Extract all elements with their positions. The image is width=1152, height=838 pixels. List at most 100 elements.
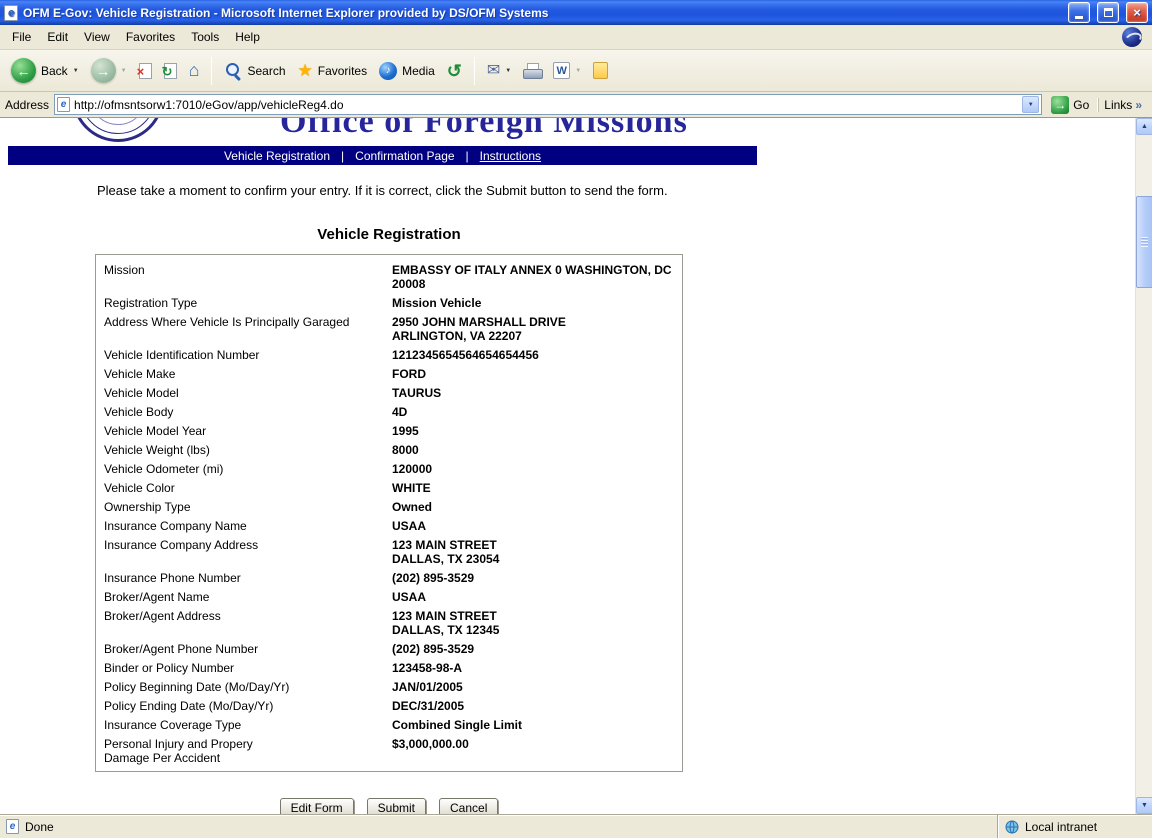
forward-button[interactable]: → ▼ (86, 55, 132, 86)
title-bar: e OFM E-Gov: Vehicle Registration - Micr… (0, 0, 1152, 25)
fields-table: Mission EMBASSY OF ITALY ANNEX 0 WASHING… (95, 254, 683, 772)
status-bar: e Done Local intranet (0, 814, 1152, 838)
home-button[interactable]: ⌂ (184, 59, 205, 82)
field-value: USAA (392, 590, 674, 604)
field-value: EMBASSY OF ITALY ANNEX 0 WASHINGTON, DC … (392, 263, 674, 291)
links-label: Links (1104, 98, 1132, 112)
intranet-globe-icon (1005, 820, 1019, 834)
table-row: Policy Beginning Date (Mo/Day/Yr) JAN/01… (96, 677, 682, 696)
field-label: Registration Type (104, 296, 392, 310)
department-seal-icon (72, 118, 164, 142)
scroll-thumb[interactable] (1136, 196, 1152, 288)
nav-item-confirmation-page[interactable]: Confirmation Page (355, 149, 454, 163)
menu-item-view[interactable]: View (76, 26, 118, 48)
restore-icon (1104, 8, 1113, 17)
mail-button[interactable]: ✉ ▼ (482, 60, 516, 82)
address-dropdown-button[interactable]: ▼ (1022, 96, 1039, 113)
search-icon (224, 62, 242, 80)
table-row: Vehicle Model Year 1995 (96, 421, 682, 440)
field-value: 4D (392, 405, 674, 419)
minimize-icon (1075, 16, 1083, 19)
field-label: Insurance Company Name (104, 519, 392, 533)
mail-dropdown-icon[interactable]: ▼ (505, 68, 511, 74)
table-row: Vehicle Model TAURUS (96, 383, 682, 402)
confirmation-instruction: Please take a moment to confirm your ent… (97, 183, 1135, 198)
field-value: (202) 895-3529 (392, 642, 674, 656)
field-label: Insurance Company Address (104, 538, 392, 566)
field-value: 123 MAIN STREET DALLAS, TX 23054 (392, 538, 674, 566)
toolbar-separator (211, 57, 212, 85)
nav-item-vehicle-registration[interactable]: Vehicle Registration (224, 149, 330, 163)
ie-window-icon: e (4, 5, 18, 21)
security-zone-panel: Local intranet (997, 815, 1152, 838)
toolbar-separator (474, 57, 475, 85)
table-row: Vehicle Make FORD (96, 364, 682, 383)
table-row: Vehicle Weight (lbs) 8000 (96, 440, 682, 459)
back-dropdown-icon[interactable]: ▼ (73, 68, 79, 74)
field-value: Mission Vehicle (392, 296, 674, 310)
refresh-button[interactable]: ↻ (159, 60, 182, 82)
field-value: TAURUS (392, 386, 674, 400)
table-row: Insurance Phone Number (202) 895-3529 (96, 568, 682, 587)
menu-item-help[interactable]: Help (227, 26, 268, 48)
search-button[interactable]: Search (219, 59, 290, 83)
page-icon: e (57, 97, 70, 112)
field-label: Insurance Phone Number (104, 571, 392, 585)
submit-button[interactable]: Submit (367, 798, 426, 814)
field-label: Vehicle Make (104, 367, 392, 381)
history-button[interactable]: ↺ (442, 59, 467, 83)
table-row: Insurance Coverage Type Combined Single … (96, 715, 682, 734)
field-value: 2950 JOHN MARSHALL DRIVE ARLINGTON, VA 2… (392, 315, 674, 343)
scroll-down-button[interactable]: ▼ (1136, 797, 1152, 814)
media-button[interactable]: ♪ Media (374, 59, 440, 83)
table-row: Insurance Company Name USAA (96, 516, 682, 535)
address-label: Address (5, 98, 49, 112)
favorites-star-icon: ★ (298, 62, 313, 79)
note-button[interactable] (588, 59, 613, 82)
print-button[interactable] (518, 60, 546, 82)
status-message-panel: e Done (0, 819, 997, 834)
field-value: DEC/31/2005 (392, 699, 674, 713)
address-input[interactable] (74, 97, 1018, 113)
close-icon: × (1133, 5, 1141, 20)
menu-item-tools[interactable]: Tools (183, 26, 227, 48)
word-icon: W (553, 62, 570, 79)
nav-separator: | (466, 149, 469, 163)
table-row: Insurance Company Address 123 MAIN STREE… (96, 535, 682, 568)
table-row: Ownership Type Owned (96, 497, 682, 516)
edit-form-button[interactable]: Edit Form (280, 798, 354, 814)
mail-icon: ✉ (487, 63, 500, 79)
cancel-button[interactable]: Cancel (439, 798, 498, 814)
field-label: Broker/Agent Phone Number (104, 642, 392, 656)
word-dropdown-icon: ▼ (575, 68, 581, 74)
back-button[interactable]: ← Back ▼ (6, 55, 84, 86)
search-label: Search (247, 64, 285, 78)
media-icon: ♪ (379, 62, 397, 80)
field-value: FORD (392, 367, 674, 381)
forward-dropdown-icon: ▼ (121, 68, 127, 74)
table-row: Broker/Agent Address 123 MAIN STREET DAL… (96, 606, 682, 639)
edit-with-word-button[interactable]: W ▼ (548, 59, 586, 82)
address-field: e ▼ (54, 94, 1042, 115)
status-text: Done (25, 820, 54, 834)
field-label: Broker/Agent Address (104, 609, 392, 637)
nav-item-instructions[interactable]: Instructions (480, 149, 541, 163)
close-button[interactable]: × (1126, 2, 1148, 23)
menu-item-favorites[interactable]: Favorites (118, 26, 183, 48)
field-label: Vehicle Model (104, 386, 392, 400)
table-row: Mission EMBASSY OF ITALY ANNEX 0 WASHING… (96, 260, 682, 293)
vertical-scrollbar[interactable]: ▲ ▼ (1135, 118, 1152, 814)
restore-button[interactable] (1097, 2, 1119, 23)
scroll-up-button[interactable]: ▲ (1136, 118, 1152, 135)
menu-item-file[interactable]: File (4, 26, 39, 48)
table-row: Address Where Vehicle Is Principally Gar… (96, 312, 682, 345)
minimize-button[interactable] (1068, 2, 1090, 23)
links-toolbar[interactable]: Links » (1098, 98, 1147, 112)
go-button[interactable]: → Go (1047, 95, 1093, 115)
field-label: Address Where Vehicle Is Principally Gar… (104, 315, 392, 343)
stop-button[interactable]: × (134, 60, 157, 82)
favorites-label: Favorites (318, 64, 367, 78)
menu-item-edit[interactable]: Edit (39, 26, 76, 48)
table-row: Registration Type Mission Vehicle (96, 293, 682, 312)
favorites-button[interactable]: ★ Favorites (293, 59, 373, 82)
